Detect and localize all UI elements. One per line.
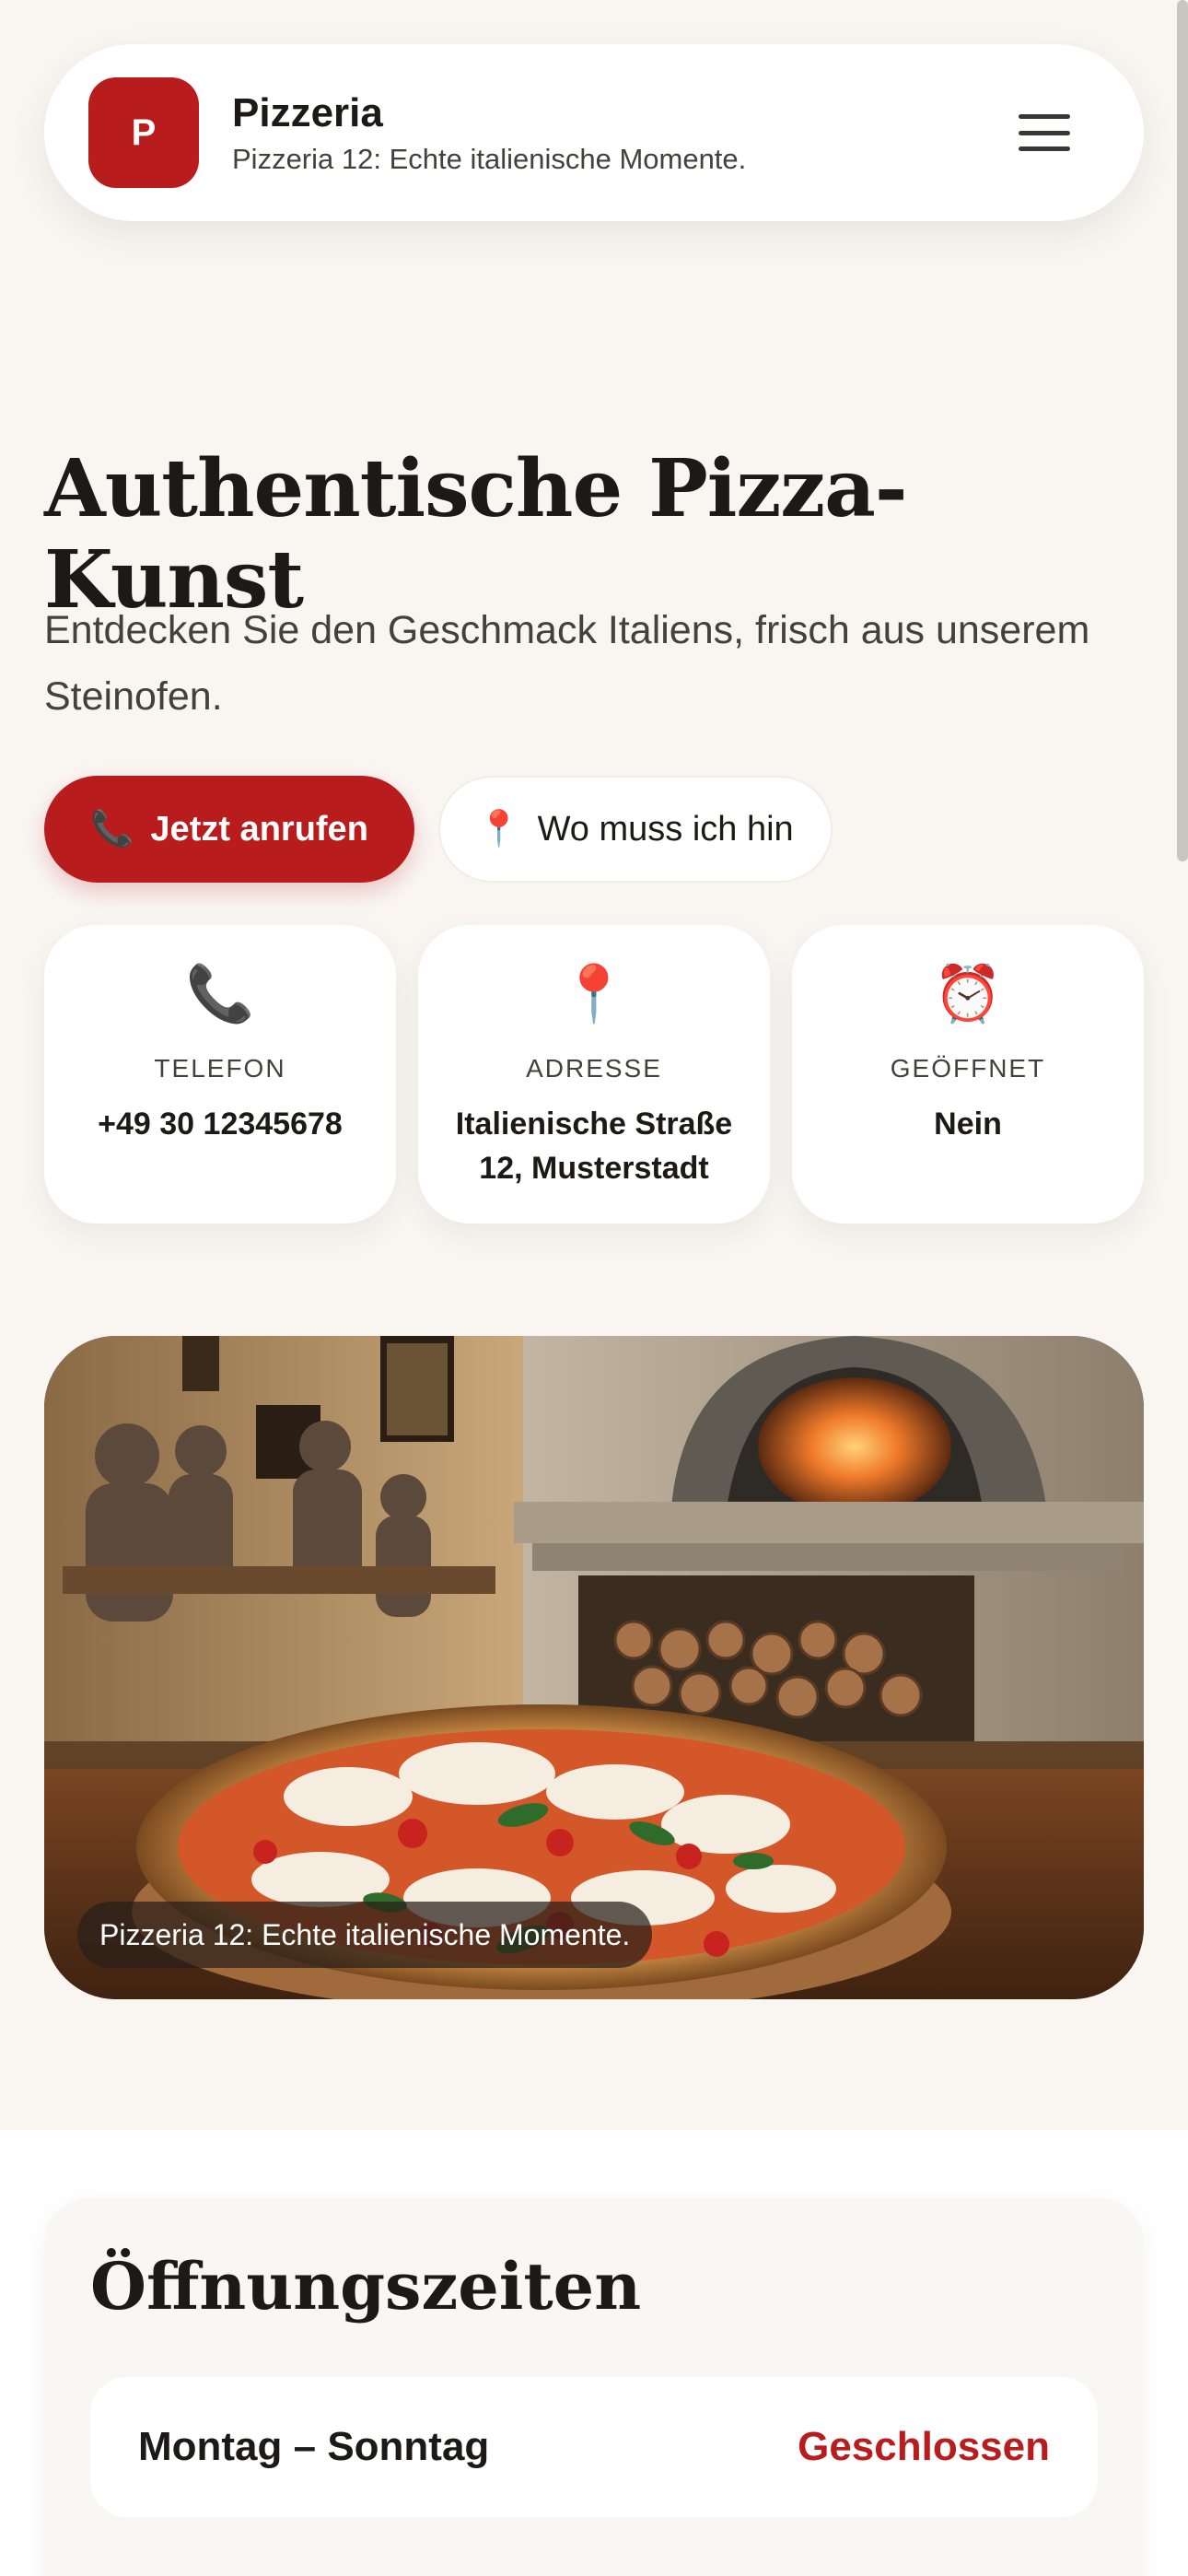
brand-name[interactable]: Pizzeria xyxy=(232,89,1019,138)
info-value: Nein xyxy=(934,1107,1002,1142)
hero-subtitle: Entdecken Sie den Geschmack Italiens, fr… xyxy=(44,608,1090,719)
menu-line xyxy=(1019,130,1070,135)
info-label: ADRESSE xyxy=(526,1054,662,1083)
call-now-button[interactable]: 📞 Jetzt anrufen xyxy=(44,776,414,883)
logo-letter: P xyxy=(131,111,157,153)
opening-hours-card: Öffnungszeiten Montag – Sonntag Geschlos… xyxy=(44,2198,1144,2576)
hours-days: Montag – Sonntag xyxy=(138,2424,490,2469)
site-header: P Pizzeria Pizzeria 12: Echte italienisc… xyxy=(44,44,1144,221)
menu-line xyxy=(1019,146,1070,151)
brand-block: Pizzeria Pizzeria 12: Echte italienische… xyxy=(232,89,1019,177)
alarm-clock-icon: ⏰ xyxy=(933,963,1003,1025)
info-value: Italienische Straße 12, Musterstadt xyxy=(455,1107,733,1186)
photo-caption: Pizzeria 12: Echte italienische Momente. xyxy=(77,1902,653,1968)
hours-status: Geschlossen xyxy=(798,2424,1050,2469)
opening-hours-title: Öffnungszeiten xyxy=(90,2248,642,2324)
pizza-oven-illustration xyxy=(44,1336,1144,1999)
opening-hours-row: Montag – Sonntag Geschlossen xyxy=(90,2377,1098,2517)
info-card-address[interactable]: 📍 ADRESSE Italienische Straße 12, Muster… xyxy=(418,925,770,1224)
directions-button[interactable]: 📍 Wo muss ich hin xyxy=(438,776,833,883)
menu-line xyxy=(1019,114,1070,119)
phone-icon: 📞 xyxy=(185,963,255,1025)
directions-label: Wo muss ich hin xyxy=(537,809,794,849)
logo[interactable]: P xyxy=(88,77,199,188)
info-label: GEÖFFNET xyxy=(890,1054,1046,1083)
brand-tagline: Pizzeria 12: Echte italienische Momente. xyxy=(232,143,747,176)
page: P Pizzeria Pizzeria 12: Echte italienisc… xyxy=(0,0,1188,2576)
info-value: +49 30 12345678 xyxy=(98,1107,343,1142)
info-label: TELEFON xyxy=(154,1054,286,1083)
restaurant-photo: Pizzeria 12: Echte italienische Momente. xyxy=(44,1336,1144,1999)
scrollbar[interactable] xyxy=(1177,0,1188,861)
call-now-label: Jetzt anrufen xyxy=(150,809,368,849)
info-card-open-status: ⏰ GEÖFFNET Nein xyxy=(792,925,1144,1224)
map-pin-icon: 📍 xyxy=(559,963,629,1025)
hamburger-menu-icon[interactable] xyxy=(1019,114,1070,151)
info-card-phone[interactable]: 📞 TELEFON +49 30 12345678 xyxy=(44,925,396,1224)
map-pin-icon: 📍 xyxy=(477,810,521,849)
phone-icon: 📞 xyxy=(90,810,134,849)
